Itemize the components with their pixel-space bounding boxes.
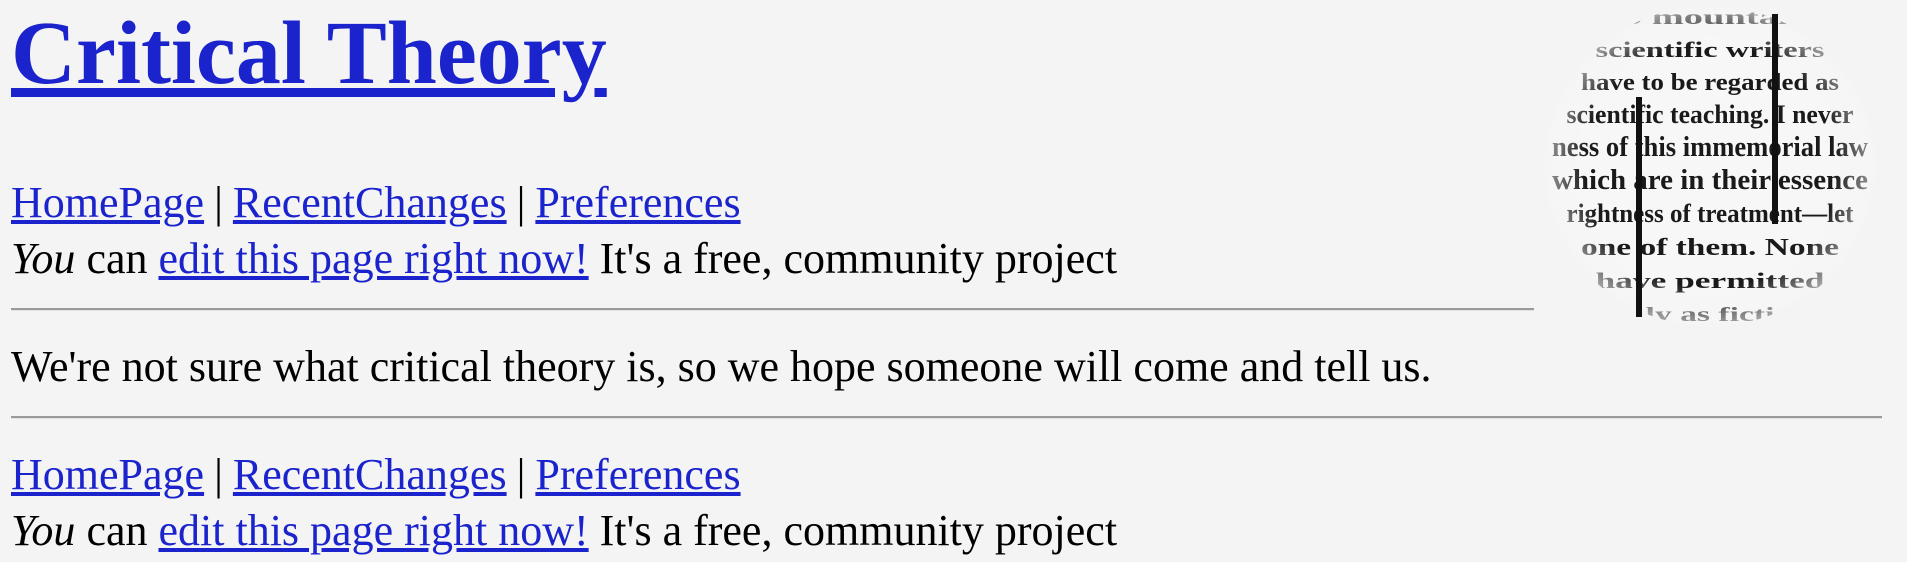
- nav-link-homepage[interactable]: HomePage: [11, 450, 204, 499]
- page-title: Critical Theory: [11, 4, 607, 103]
- edit-notice-suffix: It's a free, community project: [599, 234, 1118, 283]
- edit-notice-you: You: [11, 234, 76, 283]
- edit-notice: You can edit this page right now! It's a…: [11, 509, 1117, 553]
- edit-notice-you: You: [11, 506, 76, 555]
- nav-separator: |: [214, 178, 223, 227]
- logo-bar-left: [1636, 97, 1642, 317]
- nav-link-preferences[interactable]: Preferences: [535, 178, 740, 227]
- edit-notice-can: can: [86, 506, 148, 555]
- nav-separator: |: [516, 450, 526, 499]
- edit-page-link[interactable]: edit this page right now!: [159, 234, 589, 283]
- page-title-link[interactable]: Critical Theory: [11, 4, 607, 103]
- logo-bar-right: [1772, 14, 1778, 224]
- nav-link-preferences[interactable]: Preferences: [535, 450, 740, 499]
- divider: [11, 308, 1534, 311]
- nav-separator: |: [516, 178, 526, 227]
- nav-separator: |: [214, 450, 223, 499]
- nav-link-homepage[interactable]: HomePage: [11, 178, 204, 227]
- page-content: We're not sure what critical theory is, …: [11, 342, 1432, 391]
- edit-notice-suffix: It's a free, community project: [599, 506, 1118, 555]
- divider: [11, 416, 1882, 419]
- top-navigation: HomePage | RecentChanges | Preferences: [11, 181, 741, 225]
- edit-notice: You can edit this page right now! It's a…: [11, 237, 1117, 281]
- logo-text-block: to mountainscientific writershave to be …: [1544, 6, 1876, 326]
- newsprint-magnifier-logo[interactable]: to mountainscientific writershave to be …: [1540, 2, 1880, 330]
- nav-link-recentchanges[interactable]: RecentChanges: [233, 450, 507, 499]
- nav-link-recentchanges[interactable]: RecentChanges: [233, 178, 507, 227]
- bottom-navigation: HomePage | RecentChanges | Preferences: [11, 453, 741, 497]
- edit-page-link[interactable]: edit this page right now!: [159, 506, 589, 555]
- edit-notice-can: can: [86, 234, 148, 283]
